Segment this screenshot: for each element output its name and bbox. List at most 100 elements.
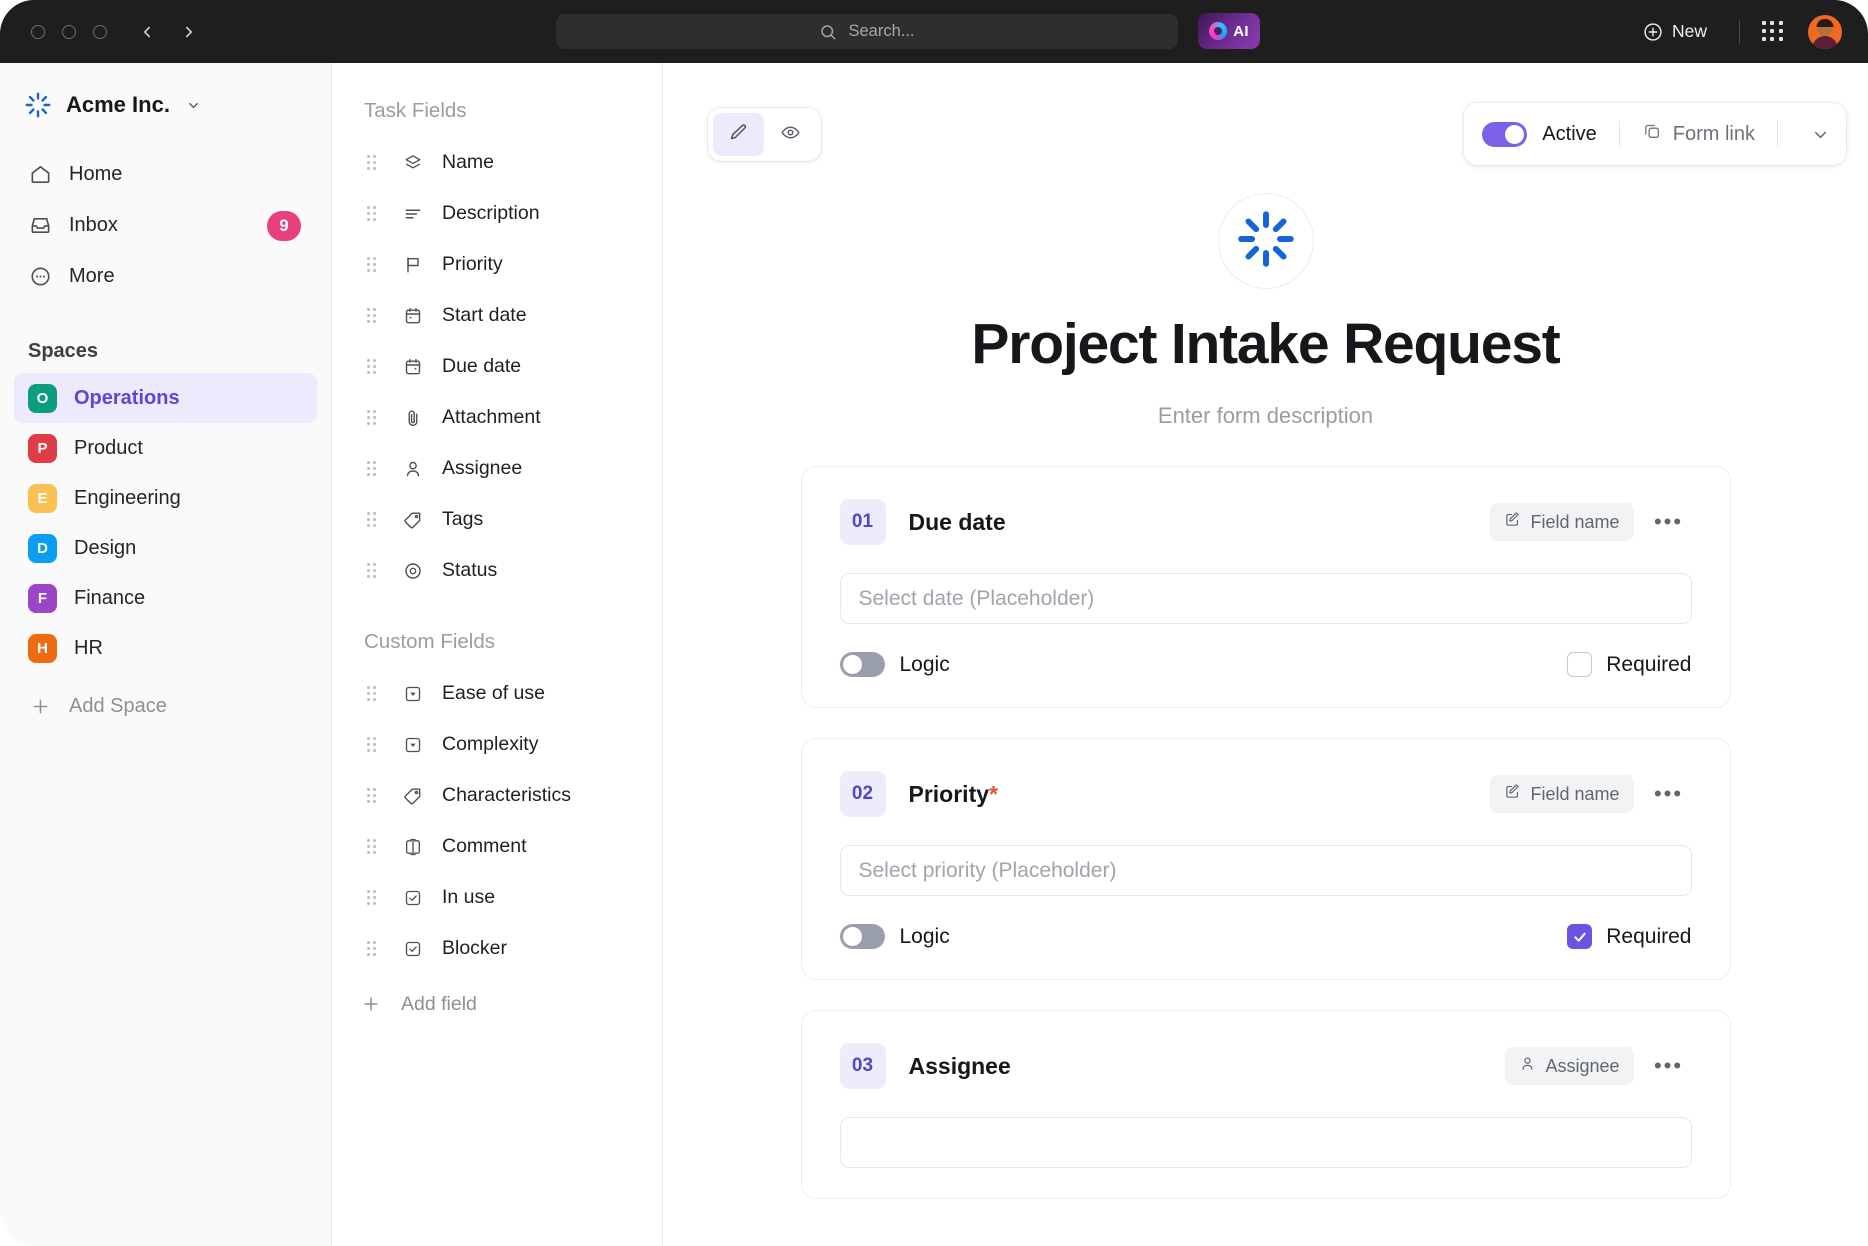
field-row-status[interactable]: Status [332,545,662,596]
space-badge: H [28,634,57,663]
field-row-priority[interactable]: Priority [332,239,662,290]
form-title[interactable]: Project Intake Request [663,311,1868,377]
field-menu-button[interactable]: ••• [1646,1047,1692,1085]
drag-handle-icon[interactable] [360,257,382,272]
field-row-attachment[interactable]: Attachment [332,392,662,443]
nav-arrows [137,22,199,42]
drag-handle-icon[interactable] [360,563,382,578]
field-menu-button[interactable]: ••• [1646,775,1692,813]
drag-handle-icon[interactable] [360,839,382,854]
field-row-start-date[interactable]: Start date [332,290,662,341]
drag-handle-icon[interactable] [360,410,382,425]
person-icon [401,457,425,481]
sidebar-item-label: Home [69,163,122,186]
form-logo[interactable] [1218,193,1314,289]
workspace-switcher[interactable]: Acme Inc. [0,69,331,139]
field-row-tags[interactable]: Tags [332,494,662,545]
required-control[interactable]: Required [1567,652,1691,677]
forward-arrow-icon[interactable] [179,22,199,42]
field-row-comment[interactable]: Comment [332,821,662,872]
logic-toggle[interactable] [840,924,885,949]
sidebar-item-hr[interactable]: H HR [14,623,317,673]
required-control[interactable]: Required [1567,924,1691,949]
card-footer: Logic Required [840,924,1692,949]
logic-control[interactable]: Logic [840,924,950,949]
chevron-down-icon[interactable] [1800,125,1840,144]
space-label: Engineering [74,487,181,510]
form-link-button[interactable]: Form link [1642,121,1755,147]
form-description[interactable]: Enter form description [663,403,1868,429]
paperclip-icon [401,406,425,430]
status-divider [1619,121,1620,147]
ai-orb-icon [1209,22,1227,40]
sidebar-item-finance[interactable]: F Finance [14,573,317,623]
spaces-list: O Operations P Product E Engineering D D… [0,373,331,673]
field-input-due-date[interactable]: Select date (Placeholder) [840,573,1692,624]
drag-handle-icon[interactable] [360,890,382,905]
field-number-badge: 01 [840,499,886,545]
field-name-chip[interactable]: Field name [1490,503,1633,541]
search-icon [819,23,837,41]
required-checkbox[interactable] [1567,924,1592,949]
field-label: Attachment [442,406,541,429]
drag-handle-icon[interactable] [360,308,382,323]
field-row-complexity[interactable]: Complexity [332,719,662,770]
field-row-assignee[interactable]: Assignee [332,443,662,494]
field-row-in-use[interactable]: In use [332,872,662,923]
add-space-button[interactable]: Add Space [14,681,317,731]
logic-label: Logic [900,925,950,949]
field-input-priority[interactable]: Select priority (Placeholder) [840,845,1692,896]
field-title-text: Due date [909,509,1006,535]
ai-button[interactable]: AI [1198,13,1260,49]
apps-grid-icon[interactable] [1762,21,1784,43]
assignee-chip[interactable]: Assignee [1505,1047,1633,1085]
back-arrow-icon[interactable] [137,22,157,42]
drag-handle-icon[interactable] [360,686,382,701]
field-menu-button[interactable]: ••• [1646,503,1692,541]
field-row-blocker[interactable]: Blocker [332,923,662,974]
drag-handle-icon[interactable] [360,941,382,956]
field-row-ease-of-use[interactable]: Ease of use [332,668,662,719]
required-label: Required [1606,653,1691,677]
plus-circle-icon [1643,22,1663,42]
sidebar-item-design[interactable]: D Design [14,523,317,573]
field-input-assignee[interactable] [840,1117,1692,1168]
edit-mode-button[interactable] [713,113,764,156]
drag-handle-icon[interactable] [360,359,382,374]
new-button[interactable]: New [1633,21,1717,42]
drag-handle-icon[interactable] [360,206,382,221]
drag-handle-icon[interactable] [360,155,382,170]
user-avatar[interactable] [1808,15,1842,49]
sidebar-item-operations[interactable]: O Operations [14,373,317,423]
form-toolbar: Active Form link [663,63,1868,167]
field-title: Due date [909,509,1006,536]
close-window-button[interactable] [31,25,45,39]
required-checkbox[interactable] [1567,652,1592,677]
sidebar-item-inbox[interactable]: Inbox 9 [14,200,317,251]
space-label: Product [74,437,143,460]
space-label: HR [74,637,103,660]
field-row-characteristics[interactable]: Characteristics [332,770,662,821]
input-placeholder: Select date (Placeholder) [859,587,1095,611]
sidebar-item-home[interactable]: Home [14,149,317,200]
field-row-name[interactable]: Name [332,137,662,188]
sidebar-item-more[interactable]: More [14,251,317,302]
sidebar-item-product[interactable]: P Product [14,423,317,473]
logic-control[interactable]: Logic [840,652,950,677]
field-name-chip[interactable]: Field name [1490,775,1633,813]
field-row-description[interactable]: Description [332,188,662,239]
drag-handle-icon[interactable] [360,512,382,527]
drag-handle-icon[interactable] [360,737,382,752]
minimize-window-button[interactable] [62,25,76,39]
logic-toggle[interactable] [840,652,885,677]
sidebar-item-engineering[interactable]: E Engineering [14,473,317,523]
drag-handle-icon[interactable] [360,788,382,803]
active-toggle[interactable] [1482,122,1527,147]
field-row-due-date[interactable]: Due date [332,341,662,392]
field-label: Characteristics [442,784,571,807]
search-input[interactable]: Search... [556,14,1178,49]
maximize-window-button[interactable] [93,25,107,39]
add-field-button[interactable]: Add field [332,978,662,1030]
drag-handle-icon[interactable] [360,461,382,476]
preview-mode-button[interactable] [766,113,817,156]
